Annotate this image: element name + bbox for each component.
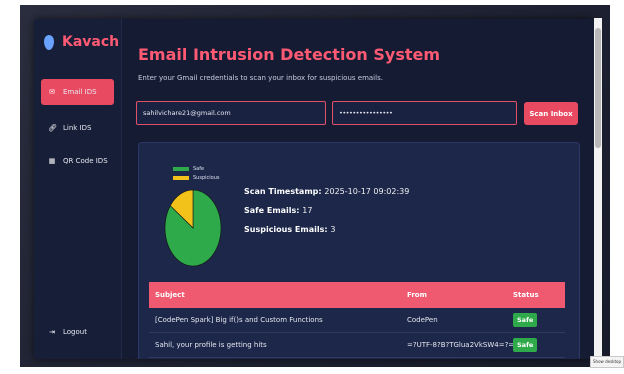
scan-timestamp: Scan Timestamp: 2025-10-17 09:02:39 — [244, 187, 409, 206]
email-subject: Sahil, your profile is getting hits — [155, 341, 267, 349]
emails-table: Subject From Status [CodePen Spark] Big … — [149, 282, 565, 358]
page-title: Email Intrusion Detection System — [138, 45, 441, 64]
safe-emails-label: Safe Emails: — [244, 206, 300, 215]
email-icon: ✉ — [49, 88, 55, 96]
legend-item-suspicious: Suspicious — [173, 173, 219, 182]
suspicious-emails-count: Suspicious Emails: 3 — [244, 225, 409, 244]
scrollbar-thumb[interactable] — [595, 28, 601, 148]
status-badge: Safe — [513, 338, 538, 352]
logout-button[interactable]: ⇥ Logout — [41, 319, 114, 345]
shield-icon — [44, 34, 54, 50]
legend-label-safe: Safe — [193, 165, 205, 172]
main-content: Email Intrusion Detection System Enter y… — [122, 19, 594, 359]
sidebar: Kavach ✉ Email IDS 🔗︎ Link IDS ▦ QR Code… — [34, 19, 122, 359]
scan-stats: Scan Timestamp: 2025-10-17 09:02:39 Safe… — [244, 187, 409, 244]
email-pie-chart — [164, 189, 222, 267]
link-icon: 🔗︎ — [48, 124, 57, 132]
timestamp-value: 2025-10-17 09:02:39 — [324, 187, 410, 196]
logo: Kavach — [44, 34, 119, 50]
app-name: Kavach — [62, 34, 120, 50]
show-desktop-tooltip: Show desktop — [590, 356, 624, 368]
status-badge: Safe — [513, 313, 538, 327]
logout-label: Logout — [63, 328, 87, 336]
sidebar-item-qr-code-ids[interactable]: ▦ QR Code IDS — [41, 148, 114, 174]
scan-inbox-button[interactable]: Scan Inbox — [524, 102, 578, 125]
legend-item-safe: Safe — [173, 164, 219, 173]
column-header-status: Status — [513, 291, 539, 299]
app-window: Kavach ✉ Email IDS 🔗︎ Link IDS ▦ QR Code… — [34, 19, 594, 359]
email-sender: CodePen — [407, 316, 438, 324]
sidebar-item-label: QR Code IDS — [63, 157, 108, 165]
legend-swatch-safe — [173, 166, 189, 171]
legend-swatch-suspicious — [173, 175, 189, 180]
password-field[interactable]: •••••••••••••••• — [332, 101, 517, 125]
logout-icon: ⇥ — [49, 328, 55, 336]
email-sender: =?UTF-8?B?TGlua2VkSW4=?= — [407, 341, 513, 349]
legend-label-suspicious: Suspicious — [193, 174, 220, 181]
sidebar-item-link-ids[interactable]: 🔗︎ Link IDS — [41, 115, 114, 141]
page-subtitle: Enter your Gmail credentials to scan you… — [138, 74, 383, 82]
timestamp-label: Scan Timestamp: — [244, 187, 322, 196]
email-field[interactable]: sahilvichare21@gmail.com — [136, 101, 326, 125]
chart-legend: Safe Suspicious — [173, 164, 219, 182]
sidebar-item-email-ids[interactable]: ✉ Email IDS — [41, 79, 114, 105]
column-header-from: From — [407, 291, 427, 299]
qr-code-icon: ▦ — [48, 157, 56, 165]
safe-emails-count: Safe Emails: 17 — [244, 206, 409, 225]
suspicious-emails-value: 3 — [330, 225, 336, 234]
safe-emails-value: 17 — [302, 206, 313, 215]
column-header-subject: Subject — [155, 291, 185, 299]
table-row[interactable]: Sahil, your profile is getting hits =?UT… — [149, 333, 565, 358]
sidebar-item-label: Link IDS — [63, 124, 92, 132]
table-header: Subject From Status — [149, 282, 565, 308]
email-subject: [CodePen Spark] Big if()s and Custom Fun… — [155, 316, 323, 324]
sidebar-item-label: Email IDS — [63, 88, 97, 96]
table-row[interactable]: [CodePen Spark] Big if()s and Custom Fun… — [149, 308, 565, 333]
page-scrollbar[interactable] — [594, 18, 602, 363]
suspicious-emails-label: Suspicious Emails: — [244, 225, 328, 234]
scan-results-card: Safe Suspicious Scan Timestamp: 2025-10-… — [138, 142, 580, 359]
